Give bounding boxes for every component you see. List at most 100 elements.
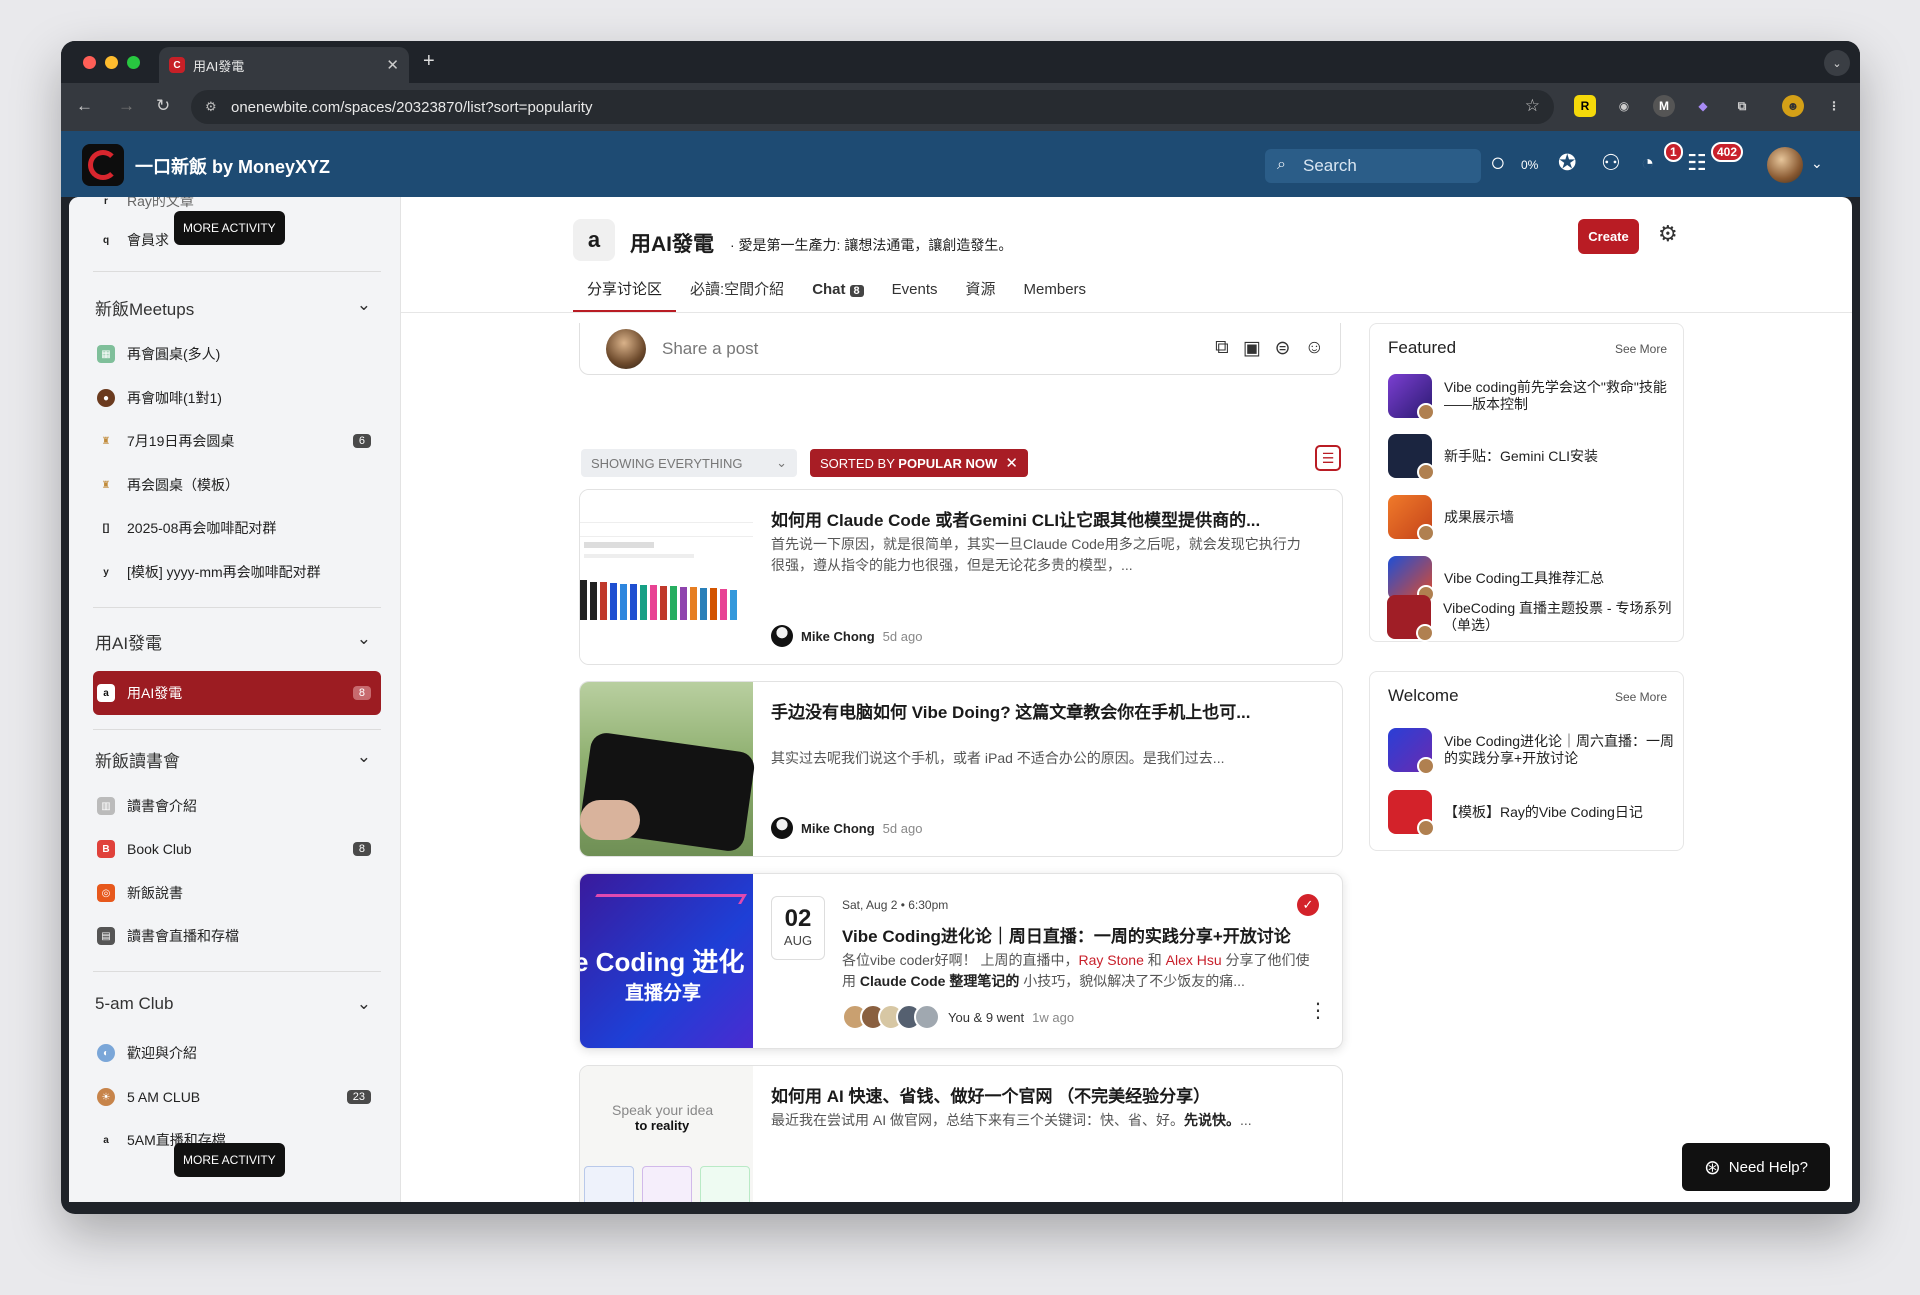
drop-extension-icon[interactable]: ◆ — [1692, 95, 1714, 117]
emoji-icon[interactable]: ☺ — [1305, 337, 1324, 360]
featured-see-more-link[interactable]: See More — [1615, 342, 1667, 356]
post-author[interactable]: Mike Chong 5d ago — [771, 817, 922, 839]
group-header-5am[interactable]: 5-am Club ⌄ — [95, 994, 371, 1014]
post-title[interactable]: 手边没有电脑如何 Vibe Doing? 这篇文章教会你在手机上也可... — [771, 698, 1326, 723]
chevron-down-icon[interactable]: ⌄ — [1811, 155, 1823, 172]
sidebar-item[interactable]: B Book Club 8 — [93, 832, 381, 866]
list-view-icon[interactable]: ☰ — [1315, 445, 1341, 471]
inbox-icon[interactable]: ☷ — [1687, 150, 1707, 176]
post-card[interactable]: 如何用 Claude Code 或者Gemini CLI让它跟其他模型提供商的.… — [579, 489, 1343, 665]
zoom-window-button[interactable] — [127, 56, 140, 69]
tab-resources[interactable]: 資源 — [952, 275, 1010, 313]
brand-logo-icon[interactable] — [82, 144, 124, 186]
unread-count: 8 — [352, 686, 371, 700]
search-input[interactable]: ⌕ Search — [1265, 149, 1481, 183]
sidebar-item[interactable]: ☀ 5 AM CLUB 23 — [93, 1080, 381, 1114]
sidebar-item-label: 再會咖啡(1對1) — [127, 390, 222, 406]
showing-filter-dropdown[interactable]: SHOWING EVERYTHING ⌄ — [581, 449, 797, 477]
post-title[interactable]: 如何用 Claude Code 或者Gemini CLI让它跟其他模型提供商的.… — [771, 506, 1326, 531]
tab-members[interactable]: Members — [1010, 275, 1101, 313]
notifications-icon[interactable]: ◔ — [1641, 150, 1654, 176]
post-title[interactable]: 如何用 AI 快速、省钱、做好一个官网 （不完美经验分享） — [771, 1082, 1326, 1107]
brand-name[interactable]: 一口新飯 by MoneyXYZ — [135, 153, 330, 179]
sidebar-item[interactable]: ◐ 歡迎與介紹 — [93, 1036, 381, 1070]
post-excerpt: 首先说一下原因，就是很简单，其实一旦Claude Code用多之后呢，就会发现它… — [771, 536, 1301, 573]
sidebar-item-label: Ray的文章 — [127, 197, 194, 209]
clear-sort-icon[interactable]: ✕ — [1005, 454, 1018, 472]
profile-icon[interactable]: ☻ — [1782, 95, 1804, 117]
bookmark-star-icon[interactable]: ☆ — [1525, 96, 1540, 116]
mention-link[interactable]: Alex Hsu — [1166, 952, 1222, 968]
group-title: 用AI發電 — [95, 634, 163, 653]
sidebar-item[interactable]: [] 2025-08再会咖啡配对群 — [93, 511, 381, 545]
mention-link[interactable]: Ray Stone — [1078, 952, 1143, 968]
extensions-puzzle-icon[interactable]: ⧉ — [1731, 95, 1753, 117]
sidebar-item-label: 新飯說書 — [127, 885, 183, 901]
gif-icon[interactable]: ▣ — [1243, 337, 1261, 360]
welcome-item[interactable]: Vibe Coding进化论｜周六直播：一周的实践分享+开放讨论 — [1388, 728, 1678, 775]
tab-search-icon[interactable]: ⌄ — [1824, 50, 1850, 76]
back-icon[interactable]: ← — [76, 96, 93, 116]
welcome-item[interactable]: 【模板】Ray的Vibe Coding日记 — [1388, 790, 1678, 837]
add-member-icon[interactable]: ⚇ — [1601, 150, 1621, 176]
group-header-meetups[interactable]: 新飯Meetups ⌄ — [95, 295, 371, 320]
composer[interactable]: Share a post ⧉ ▣ ⊜ ☺ — [579, 323, 1341, 375]
sidebar-item[interactable]: ♜ 7月19日再会圆桌 6 — [93, 424, 381, 458]
post-card[interactable]: 手边没有电脑如何 Vibe Doing? 这篇文章教会你在手机上也可... 其实… — [579, 681, 1343, 857]
new-tab-icon[interactable]: + — [423, 50, 435, 73]
image-icon[interactable]: ⧉ — [1215, 337, 1229, 360]
group-header-ai[interactable]: 用AI發電 ⌄ — [95, 629, 371, 654]
event-title[interactable]: Vibe Coding进化论｜周日直播：一周的实践分享+开放讨论 — [842, 922, 1322, 947]
welcome-item-title: 【模板】Ray的Vibe Coding日记 — [1444, 803, 1643, 820]
close-tab-icon[interactable]: ✕ — [386, 56, 399, 74]
tab-chat[interactable]: Chat 8 — [798, 275, 877, 313]
post-author[interactable]: Mike Chong 5d ago — [771, 625, 922, 647]
progress-ring-icon[interactable]: ○ — [1490, 147, 1506, 178]
sidebar-item[interactable]: y [模板] yyyy-mm再会咖啡配对群 — [93, 555, 381, 589]
sidebar-item[interactable]: ▥ 讀書會介紹 — [93, 789, 381, 823]
featured-item[interactable]: 成果展示墙 — [1388, 495, 1678, 542]
poll-icon[interactable]: ⊜ — [1275, 337, 1291, 360]
gear-icon[interactable]: ⚙ — [1658, 221, 1678, 247]
rsvp-check-icon[interactable]: ✓ — [1297, 894, 1319, 916]
browser-tab[interactable]: C 用AI發電 ✕ — [159, 47, 409, 83]
tab-events[interactable]: Events — [878, 275, 952, 313]
event-day: 02 — [784, 905, 812, 932]
sort-filter-chip[interactable]: SORTED BY POPULAR NOW ✕ — [810, 449, 1028, 477]
more-options-icon[interactable]: ⋮ — [1308, 998, 1328, 1023]
event-card[interactable]: e Coding 进化 直播分享 02 AUG Sat, Aug 2 • 6:3… — [579, 873, 1343, 1049]
browser-menu-icon[interactable]: ⋮ — [1823, 95, 1845, 117]
featured-item-title: 成果展示墙 — [1444, 508, 1514, 525]
m-extension-icon[interactable]: M — [1653, 95, 1675, 117]
sidebar-item[interactable]: ▦ 再會圓桌(多人) — [93, 337, 381, 371]
user-avatar[interactable] — [1767, 147, 1803, 183]
close-window-button[interactable] — [83, 56, 96, 69]
welcome-see-more-link[interactable]: See More — [1615, 690, 1667, 704]
leaderboard-icon[interactable]: ✪ — [1558, 150, 1576, 176]
sidebar-item[interactable]: ▤ 讀書會直播和存檔 — [93, 919, 381, 953]
tab-discussion[interactable]: 分享讨论区 — [573, 275, 677, 313]
group-header-bookclub[interactable]: 新飯讀書會 ⌄ — [95, 747, 371, 772]
create-button[interactable]: Create — [1578, 219, 1639, 254]
forward-icon[interactable]: → — [118, 96, 135, 116]
tab-intro[interactable]: 必讀:空間介紹 — [676, 275, 798, 313]
url-field[interactable]: ⚙ onenewbite.com/spaces/20323870/list?so… — [191, 90, 1554, 124]
featured-item[interactable]: Vibe coding前先学会这个"救命"技能——版本控制 — [1388, 374, 1678, 421]
sidebar-item[interactable]: ● 再會咖啡(1對1) — [93, 381, 381, 415]
sidebar-item[interactable]: ♜ 再会圆桌（模板） — [93, 468, 381, 502]
post-card[interactable]: Speak your idea to reality 如何用 AI 快速、省钱、… — [579, 1065, 1343, 1202]
divider — [93, 607, 381, 608]
tab-title: 用AI發電 — [193, 58, 245, 74]
featured-item[interactable]: 新手贴：Gemini CLI安装 — [1388, 434, 1678, 481]
sidebar-item[interactable]: ◎ 新飯說書 — [93, 876, 381, 910]
reload-icon[interactable]: ↻ — [156, 96, 170, 116]
camera-extension-icon[interactable]: ◉ — [1613, 95, 1635, 117]
site-info-icon[interactable]: ⚙ — [205, 99, 217, 115]
featured-item[interactable]: Vibe Coding工具推荐汇总 — [1388, 556, 1678, 603]
need-help-button[interactable]: ⊛ Need Help? — [1682, 1143, 1830, 1191]
minimize-window-button[interactable] — [105, 56, 118, 69]
attendees[interactable]: You & 9 went 1w ago — [842, 1004, 1074, 1030]
extension-r-icon[interactable]: R — [1574, 95, 1596, 117]
sidebar-item-active[interactable]: a 用AI發電 8 — [93, 671, 381, 715]
featured-item[interactable]: VibeCoding 直播主题投票 - 专场系列（单选） — [1387, 595, 1677, 642]
